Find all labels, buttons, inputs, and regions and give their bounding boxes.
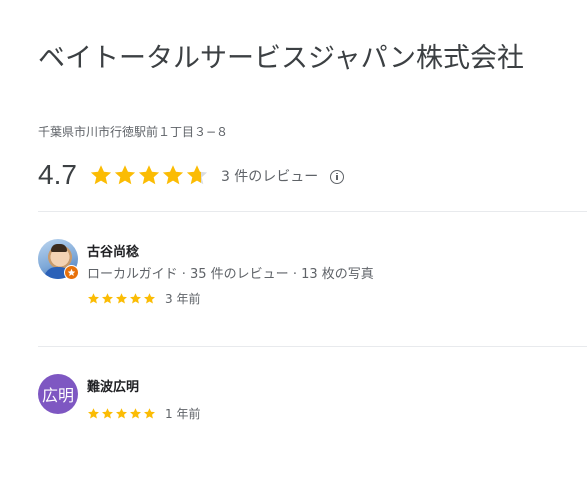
- review-stars: [87, 292, 157, 305]
- review-time: 3 年前: [165, 292, 201, 306]
- reviewer-name[interactable]: 難波広明: [87, 376, 139, 395]
- review-count-link[interactable]: 3 件のレビュー: [221, 166, 318, 186]
- info-icon[interactable]: [330, 169, 345, 184]
- star-icon: [130, 293, 141, 304]
- star-icon: [162, 165, 184, 185]
- local-guide-star-icon: [64, 265, 79, 280]
- review-item: 広明 難波広明 1 年前: [38, 374, 558, 424]
- place-address: 千葉県市川市行徳駅前１丁目３−８: [38, 125, 229, 139]
- review-time: 1 年前: [165, 407, 201, 421]
- avatar[interactable]: 広明: [38, 374, 78, 414]
- place-reviews-panel: ベイトータルサービスジャパン株式会社 千葉県市川市行徳駅前１丁目３−８ 4.7 …: [0, 0, 587, 479]
- star-icon: [116, 408, 127, 419]
- star-icon: [88, 408, 99, 419]
- star-icon: [102, 293, 113, 304]
- star-icon: [116, 293, 127, 304]
- reviewer-name[interactable]: 古谷尚稔: [87, 241, 139, 260]
- review-rating-row: 1 年前: [87, 405, 200, 422]
- star-icon: [88, 293, 99, 304]
- star-icon: [130, 408, 141, 419]
- reviewer-meta: ローカルガイド · 35 件のレビュー · 13 枚の写真: [87, 267, 374, 282]
- star-icon: [102, 408, 113, 419]
- place-title: ベイトータルサービスジャパン株式会社: [38, 43, 524, 74]
- rating-stars: [89, 163, 209, 187]
- star-icon: [114, 165, 136, 185]
- divider: [38, 346, 587, 347]
- star-icon: [144, 293, 155, 304]
- avatar-hair: [51, 244, 67, 252]
- review-rating-row: 3 年前: [87, 290, 200, 307]
- star-icon: [90, 165, 112, 185]
- star-icon: [186, 165, 208, 185]
- star-icon: [144, 408, 155, 419]
- review-stars: [87, 407, 157, 420]
- rating-value: 4.7: [38, 159, 77, 190]
- divider: [38, 211, 587, 212]
- review-item: 古谷尚稔 ローカルガイド · 35 件のレビュー · 13 枚の写真 3 年前: [38, 239, 558, 309]
- star-icon: [138, 165, 160, 185]
- rating-summary: 4.7 3 件のレビュー: [38, 155, 345, 195]
